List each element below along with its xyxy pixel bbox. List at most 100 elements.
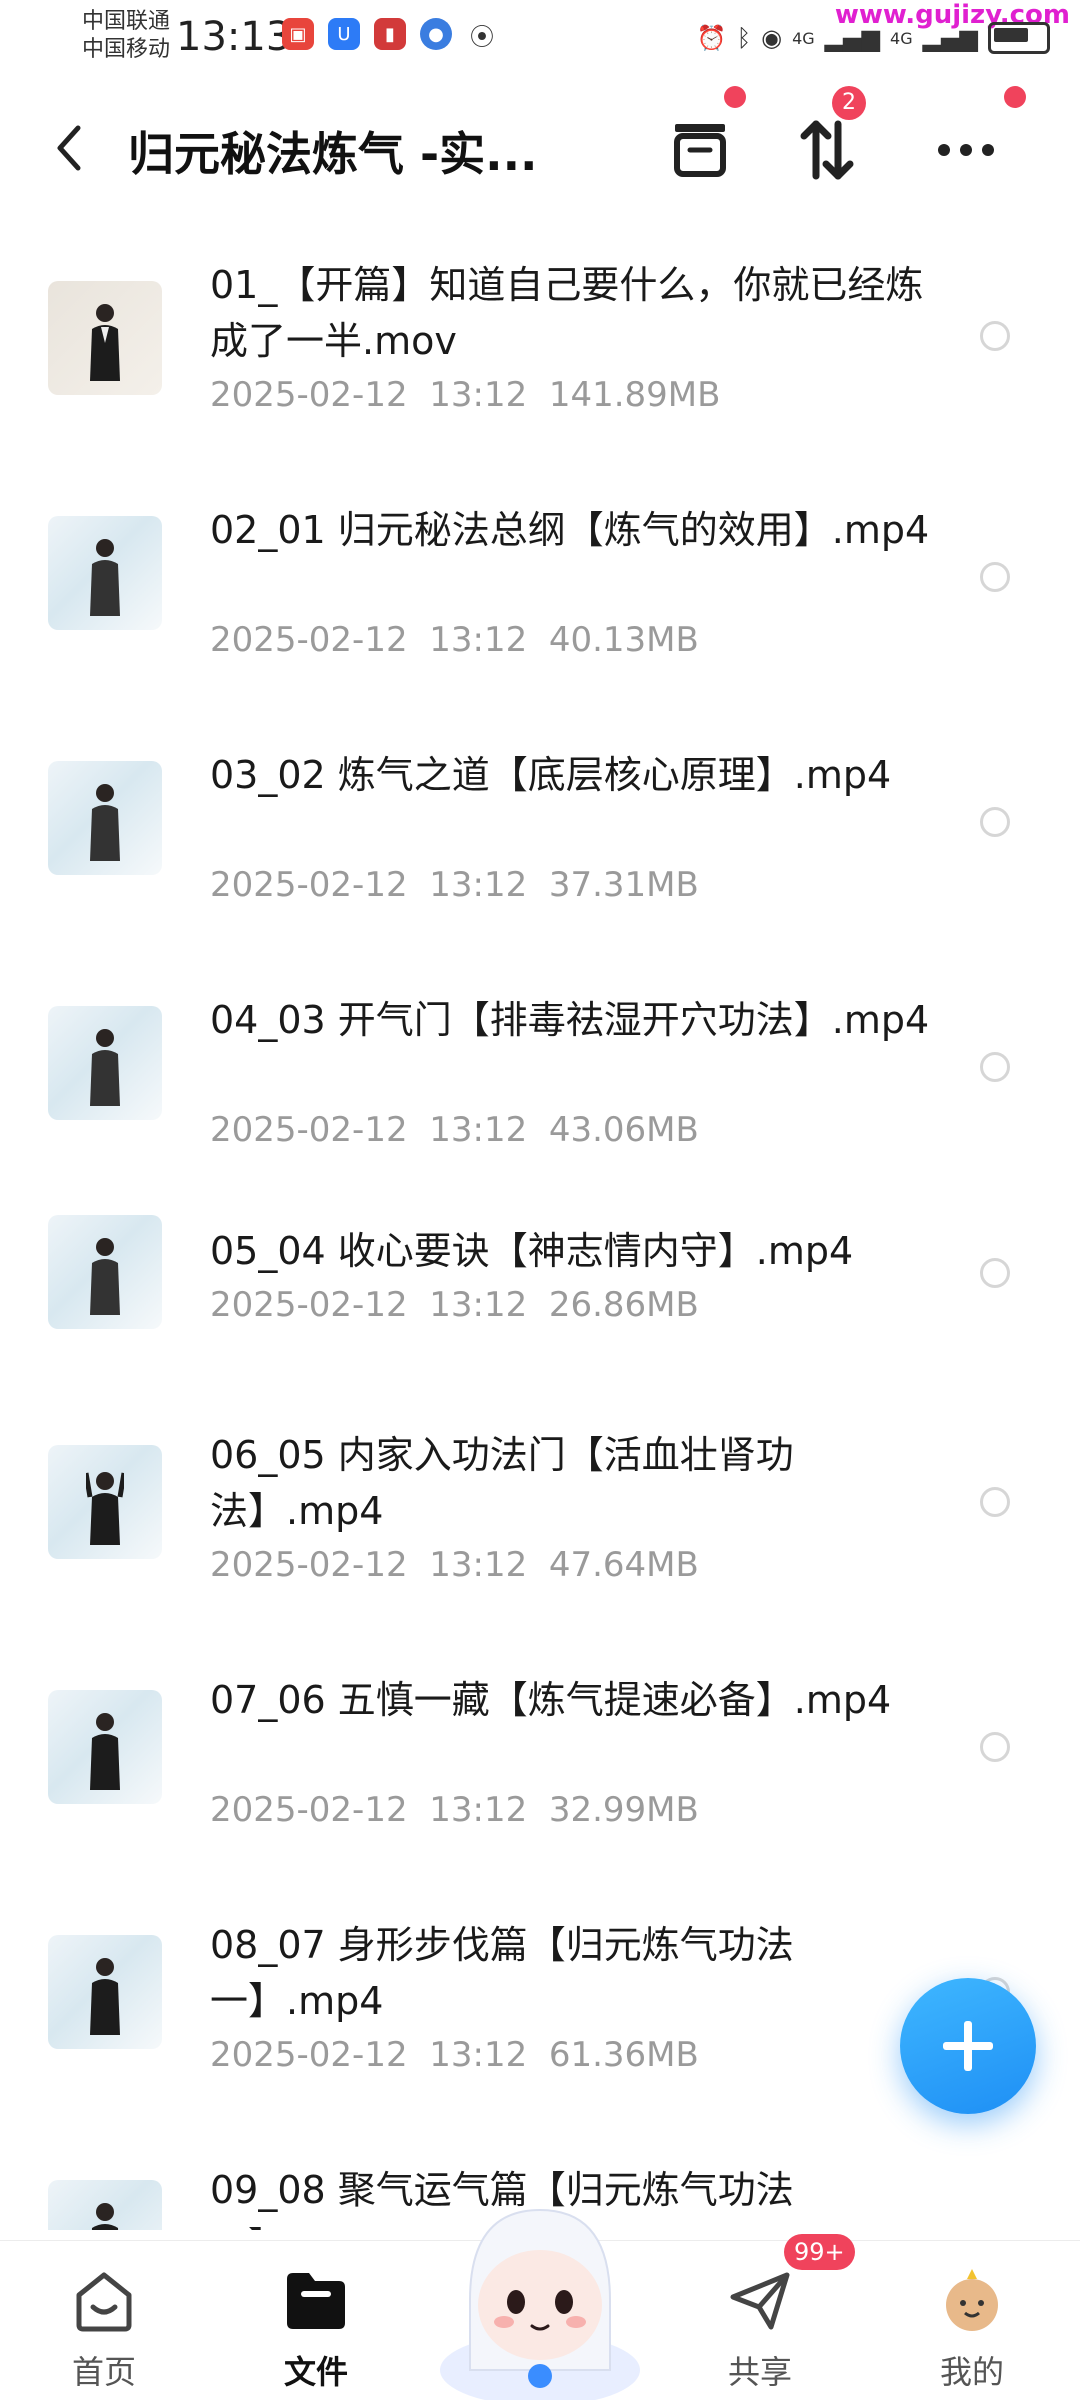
file-size: 141.89MB — [548, 375, 721, 415]
notification-icons: ▣ U ▮ ● ⦿ — [282, 18, 498, 51]
select-radio[interactable] — [980, 1732, 1010, 1762]
presenter-figure — [90, 1238, 120, 1315]
file-row[interactable]: 06_05 内家入功法门【活血壮肾功法】.mp4 2025-02-12 13:1… — [0, 1415, 1080, 1615]
mascot-assistant-icon[interactable] — [430, 2180, 650, 2400]
select-radio[interactable] — [980, 1258, 1010, 1288]
nav-files[interactable]: 文件 — [246, 2265, 386, 2393]
file-row[interactable]: 04_03 开气门【排毒祛湿开穴功法】.mp4 2025-02-12 13:12… — [0, 970, 1080, 1170]
video-thumbnail — [48, 1215, 162, 1329]
presenter-figure — [90, 304, 120, 381]
nav-share[interactable]: 共享 — [690, 2265, 830, 2393]
file-time: 13:12 — [429, 1110, 528, 1150]
file-size: 32.99MB — [548, 1790, 699, 1830]
carrier-1: 中国联通 — [82, 9, 171, 34]
video-thumbnail — [48, 1445, 162, 1559]
select-radio[interactable] — [980, 807, 1010, 837]
video-thumbnail — [48, 1690, 162, 1804]
file-row[interactable]: 05_04 收心要诀【神志情内守】.mp4 2025-02-12 13:12 2… — [0, 1215, 1080, 1395]
file-size: 61.36MB — [548, 2035, 699, 2075]
battery-icon — [988, 22, 1050, 54]
file-meta: 2025-02-12 13:12 43.06MB — [210, 1110, 699, 1150]
nav-home[interactable]: 首页 — [34, 2265, 174, 2393]
file-meta: 2025-02-12 13:12 61.36MB — [210, 2035, 699, 2075]
paper-plane-icon — [730, 2272, 790, 2330]
file-time: 13:12 — [429, 1285, 528, 1325]
video-thumbnail — [48, 516, 162, 630]
avatar-icon — [946, 2269, 998, 2331]
file-time: 13:12 — [429, 620, 528, 660]
file-meta: 2025-02-12 13:12 47.64MB — [210, 1545, 699, 1585]
carrier-labels: 中国联通 中国移动 — [82, 8, 170, 64]
file-row[interactable]: 01_【开篇】知道自己要什么，你就已经炼成了一半.mov 2025-02-12 … — [0, 235, 1080, 435]
app-notification-icon: U — [328, 18, 360, 50]
video-thumbnail — [48, 1006, 162, 1120]
file-row[interactable]: 02_01 归元秘法总纲【炼气的效用】.mp4 2025-02-12 13:12… — [0, 480, 1080, 680]
add-button[interactable] — [900, 1978, 1036, 2114]
book-notification-icon: ▮ — [374, 18, 406, 50]
network-type-1: 4G — [792, 28, 815, 48]
file-meta: 2025-02-12 13:12 40.13MB — [210, 620, 699, 660]
notification-dot — [724, 86, 746, 108]
file-name: 07_06 五慎一藏【炼气提速必备】.mp4 — [210, 1678, 892, 1722]
file-name: 04_03 开气门【排毒祛湿开穴功法】.mp4 — [210, 998, 930, 1042]
file-size: 43.06MB — [548, 1110, 699, 1150]
network-type-2: 4G — [890, 28, 913, 48]
video-thumbnail — [48, 281, 162, 395]
file-meta: 2025-02-12 13:12 141.89MB — [210, 375, 720, 415]
file-date: 2025-02-12 — [210, 1110, 408, 1150]
file-meta: 2025-02-12 13:12 37.31MB — [210, 865, 699, 905]
select-radio[interactable] — [980, 1487, 1010, 1517]
file-row[interactable]: 07_06 五慎一藏【炼气提速必备】.mp4 2025-02-12 13:12 … — [0, 1660, 1080, 1860]
nav-share-label: 共享 — [727, 2353, 792, 2391]
presenter-figure — [91, 2203, 119, 2230]
file-time: 13:12 — [429, 1545, 528, 1585]
link-notification-icon: ⦿ — [470, 22, 494, 51]
transfer-icon[interactable] — [786, 110, 866, 190]
share-badge: 99+ — [784, 2234, 855, 2270]
status-bar: 中国联通 中国移动 13:13 ▣ U ▮ ● ⦿ www.gujizy.com… — [0, 0, 1080, 80]
video-thumbnail — [48, 761, 162, 875]
file-row[interactable]: 03_02 炼气之道【底层核心原理】.mp4 2025-02-12 13:12 … — [0, 725, 1080, 925]
back-arrow-icon[interactable] — [50, 118, 90, 178]
alarm-icon: ⏰ — [696, 24, 727, 52]
page-title: 归元秘法炼气 -实... — [128, 127, 538, 181]
file-date: 2025-02-12 — [210, 620, 408, 660]
carrier-2: 中国移动 — [82, 37, 171, 62]
file-size: 37.31MB — [548, 865, 699, 905]
file-date: 2025-02-12 — [210, 375, 408, 415]
folder-icon — [287, 2273, 345, 2329]
select-radio[interactable] — [980, 562, 1010, 592]
file-name: 06_05 内家入功法门【活血壮肾功法】.mp4 — [210, 1433, 794, 1533]
clock: 13:13 — [176, 14, 292, 60]
file-time: 13:12 — [429, 1790, 528, 1830]
more-options-icon[interactable] — [926, 110, 1006, 190]
presenter-figure — [90, 539, 120, 616]
file-date: 2025-02-12 — [210, 865, 408, 905]
top-bar: 归元秘法炼气 -实... 2 — [0, 86, 1080, 200]
app-notification-icon: ▣ — [282, 18, 314, 50]
file-meta: 2025-02-12 13:12 26.86MB — [210, 1285, 699, 1325]
file-meta: 2025-02-12 13:12 32.99MB — [210, 1790, 699, 1830]
presenter-figure — [90, 1029, 120, 1106]
file-time: 13:12 — [429, 865, 528, 905]
file-size: 47.64MB — [548, 1545, 699, 1585]
nav-home-label: 首页 — [71, 2353, 136, 2391]
select-radio[interactable] — [980, 1052, 1010, 1082]
home-icon — [76, 2272, 132, 2332]
file-date: 2025-02-12 — [210, 1545, 408, 1585]
signal-icon: ▂▄▆ — [824, 24, 881, 52]
select-radio[interactable] — [980, 321, 1010, 351]
globe-notification-icon: ● — [420, 18, 452, 50]
file-name: 03_02 炼气之道【底层核心原理】.mp4 — [210, 753, 892, 797]
presenter-figure — [86, 1472, 124, 1545]
file-time: 13:12 — [429, 2035, 528, 2075]
nav-mine[interactable]: 我的 — [902, 2265, 1042, 2393]
archive-box-icon[interactable] — [660, 110, 740, 190]
video-thumbnail — [48, 2180, 162, 2230]
nav-mine-label: 我的 — [939, 2353, 1004, 2391]
presenter-figure — [90, 784, 120, 861]
bluetooth-icon: ᛒ — [736, 24, 752, 52]
file-time: 13:12 — [429, 375, 528, 415]
file-name: 05_04 收心要诀【神志情内守】.mp4 — [210, 1229, 854, 1273]
transfer-count-badge: 2 — [832, 86, 866, 120]
